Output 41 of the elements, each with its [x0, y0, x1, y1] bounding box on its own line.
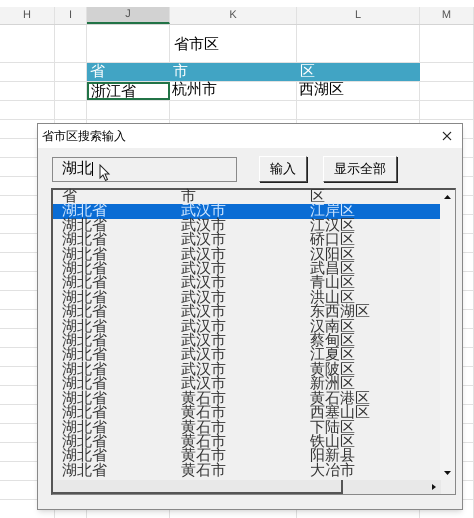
list-row[interactable]: 湖北省 武汉市 江夏区: [53, 348, 441, 363]
list-column-header: 省: [61, 190, 77, 204]
column-header[interactable]: M: [420, 7, 474, 24]
column-header[interactable]: K: [170, 7, 297, 24]
result-listbox[interactable]: [51, 188, 456, 495]
list-row[interactable]: 湖北省 武汉市 江汉区: [53, 218, 441, 234]
list-row[interactable]: 湖北省 武汉市 江岸区: [53, 204, 441, 219]
list-row[interactable]: 湖北省 武汉市 新洲区: [53, 377, 441, 392]
list-row[interactable]: 湖北省 武汉市 武昌区: [53, 262, 441, 276]
list-row[interactable]: 湖北省 武汉市 青山区: [53, 276, 441, 291]
list-row[interactable]: 湖北省 黄石市 黄石港区: [53, 392, 441, 406]
table-header-cell-text: 省: [89, 63, 106, 81]
list-row[interactable]: 湖北省 武汉市 汉阳区: [53, 248, 441, 262]
table-cell[interactable]: 杭州市: [170, 82, 297, 100]
list-row[interactable]: 湖北省 武汉市 汉南区: [53, 320, 441, 334]
list-row[interactable]: 湖北省 武汉市 黄陂区: [53, 362, 441, 378]
table-cell[interactable]: 西湖区: [297, 82, 420, 100]
column-header[interactable]: J: [87, 7, 170, 24]
list-row[interactable]: 湖北省 武汉市 硚口区: [53, 233, 441, 248]
list-column-header: 市: [180, 190, 196, 204]
column-header[interactable]: L: [297, 7, 420, 24]
sheet-title: 省市区: [174, 35, 219, 54]
dialog-button[interactable]: 输入: [259, 156, 307, 182]
list-row[interactable]: 湖北省 黄石市 铁山区: [53, 434, 441, 450]
table-cell[interactable]: 浙江省: [87, 82, 170, 100]
list-row[interactable]: 湖北省 武汉市 东西湖区: [53, 305, 441, 320]
table-header-cell-text: 区: [299, 63, 316, 81]
list-row[interactable]: 湖北省 黄石市 阳新县: [53, 449, 441, 464]
list-row[interactable]: 湖北省 黄石市 西塞山区: [53, 406, 441, 420]
dialog-title: 省市区搜索输入: [42, 128, 126, 145]
mouse-pointer-icon: [99, 164, 111, 182]
horizontal-scrollbar[interactable]: [53, 480, 441, 494]
column-header[interactable]: H: [0, 7, 55, 24]
list-row[interactable]: 湖北省 武汉市 蔡甸区: [53, 334, 441, 348]
table-header-cell-text: 市: [172, 63, 189, 81]
list-row[interactable]: 湖北省 黄石市 下陆区: [53, 420, 441, 435]
list-row[interactable]: 湖北省 黄石市 大冶市: [53, 464, 441, 478]
search-field[interactable]: 湖北: [52, 156, 237, 182]
close-icon[interactable]: [442, 131, 452, 141]
dialog-button[interactable]: 显示全部: [323, 156, 397, 182]
list-column-header: 区: [309, 190, 326, 204]
